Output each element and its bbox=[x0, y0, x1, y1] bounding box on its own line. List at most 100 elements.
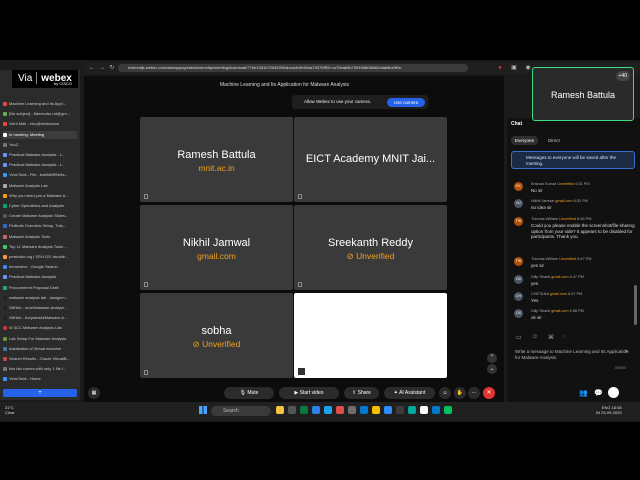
browser-tab[interactable]: GitHub - Acrywinski/Malware-A... bbox=[3, 314, 77, 323]
browser-tab[interactable]: Malware Analysis Tools bbox=[3, 233, 77, 242]
chat-format-icon[interactable]: ▭ bbox=[516, 334, 522, 341]
mail-icon[interactable] bbox=[312, 406, 320, 414]
browser-tab[interactable]: Procurement Proposal Draft bbox=[3, 284, 77, 293]
participant-tile[interactable]: EICT Academy MNIT Jai... bbox=[294, 117, 447, 202]
browser-tab[interactable]: Practical Malware Analysis bbox=[3, 273, 77, 282]
mute-button[interactable]: 🎙 Mute bbox=[224, 387, 274, 399]
tab-favicon-icon bbox=[3, 336, 7, 341]
start-video-button[interactable]: ▶ Start video bbox=[279, 387, 339, 399]
tab-direct[interactable]: Direct bbox=[544, 136, 564, 145]
camera-prompt-text: Allow Webex to use your camera. bbox=[304, 99, 371, 104]
chat-time: 6:31 PM bbox=[575, 182, 590, 186]
chat-sender: Thomas William bbox=[531, 257, 559, 261]
participant-count-badge[interactable]: +40 bbox=[615, 71, 630, 81]
browser-tab[interactable]: Practical Malware Analysis - L... bbox=[3, 151, 77, 160]
browser-tab[interactable]: this lab comes with only 1 file l... bbox=[3, 365, 77, 374]
browser-tab[interactable]: Practical Malware Analysis - L... bbox=[3, 161, 77, 170]
chat-sender: Dilip Shanti bbox=[531, 275, 551, 279]
more-icon[interactable]: ⋯ bbox=[468, 387, 480, 399]
participant-tile[interactable]: sobha ⊘ Unverified bbox=[140, 293, 293, 378]
address-bar[interactable]: eictmnitjs.webex.com/webappng/sites/eict… bbox=[118, 64, 468, 72]
extension-icon[interactable]: ▣ bbox=[510, 64, 518, 72]
tab-favicon-icon bbox=[3, 163, 7, 168]
app-icon[interactable] bbox=[432, 406, 440, 414]
browser-tab-label: Top 11 Malware Analysis Tools ... bbox=[9, 243, 68, 249]
chat-input[interactable]: Write a message to Machine Learning and … bbox=[515, 349, 633, 361]
reload-icon[interactable]: ↻ bbox=[108, 64, 116, 72]
emoji-icon[interactable]: ☺ bbox=[532, 334, 538, 340]
tab-favicon-icon bbox=[3, 214, 7, 219]
browser-tab[interactable]: Search Results - Oracle VirtualB... bbox=[3, 355, 77, 364]
browser-tab[interactable]: GitHub - onur/Malware-Analysi... bbox=[3, 304, 77, 313]
system-tray[interactable]: ENG 18:58 IN 25-09-2025 bbox=[596, 405, 622, 415]
browser-tab[interactable]: VirusTotal - Home bbox=[3, 375, 77, 384]
app-icon[interactable] bbox=[348, 406, 356, 414]
browser-tab[interactable]: In meeting: Meeting bbox=[3, 130, 77, 140]
browser-tab[interactable]: Lab Setup For Malware Analysis bbox=[3, 335, 77, 344]
edge-icon[interactable] bbox=[324, 406, 332, 414]
forward-icon[interactable]: → bbox=[98, 64, 106, 72]
tab-everyone[interactable]: Everyone bbox=[511, 136, 539, 145]
use-camera-button[interactable]: Use camera bbox=[387, 98, 425, 107]
taskbar-search[interactable]: Search bbox=[211, 406, 271, 416]
ai-assistant-button[interactable]: ✦ AI Assistant bbox=[384, 387, 435, 399]
browser-tab[interactable]: Pelikulis Overview Setup, Tuto... bbox=[3, 222, 77, 231]
chrome-icon[interactable] bbox=[372, 406, 380, 414]
browser-tab[interactable]: VirusTotal - File - ba89d0ff9e5a... bbox=[3, 171, 77, 180]
browser-tab[interactable]: Malware Analysis Lab bbox=[3, 182, 77, 191]
self-view[interactable]: +40 Ramesh Battula bbox=[532, 67, 634, 121]
leave-meeting-button[interactable]: ✕ bbox=[483, 387, 495, 399]
unverified-badge: ⊘ Unverified bbox=[294, 251, 447, 262]
attach-icon[interactable]: ⌘ bbox=[548, 334, 554, 341]
participant-tile[interactable]: Nikhil Jamwal gmail.com bbox=[140, 205, 293, 290]
profile-icon[interactable]: ◉ bbox=[524, 64, 532, 72]
app-icon[interactable] bbox=[300, 406, 308, 414]
chat-scrollbar[interactable] bbox=[634, 285, 637, 325]
browser-tab[interactable]: Installation of Virtual machine bbox=[3, 345, 77, 354]
raise-hand-icon[interactable]: ✋ bbox=[454, 387, 466, 399]
browser-tab[interactable]: malware analysis lab - assignm... bbox=[3, 294, 77, 303]
browser-tab[interactable]: Immersive - Google Search bbox=[3, 263, 77, 272]
chat-icon[interactable]: 💬 bbox=[594, 389, 603, 397]
browser-tab[interactable]: Cyber Operations and Analysis bbox=[3, 202, 77, 211]
browser-tab[interactable]: YouC bbox=[3, 141, 77, 150]
participant-tile[interactable] bbox=[294, 293, 447, 378]
file-explorer-icon[interactable] bbox=[276, 406, 284, 414]
browser-tab[interactable]: Why you need you a Malware A... bbox=[3, 192, 77, 201]
browser-tab[interactable]: Machine Learning and its Appl... bbox=[3, 100, 77, 109]
app-icon[interactable] bbox=[396, 406, 404, 414]
browser-tab[interactable]: Gerti Mail - eicc@mnitaucsn bbox=[3, 120, 77, 129]
app-icon[interactable] bbox=[408, 406, 416, 414]
weather-widget[interactable]: 31°C Clear bbox=[5, 405, 15, 415]
browser-tab[interactable]: pmstudio.org | SSH-GS: bundle... bbox=[3, 253, 77, 262]
scroll-up-icon[interactable]: ⌃ bbox=[487, 353, 497, 363]
avatar: TW bbox=[514, 257, 523, 266]
scroll-down-icon[interactable]: ⌄ bbox=[487, 364, 497, 374]
app-icon[interactable] bbox=[336, 406, 344, 414]
send-icon[interactable]: ➤ bbox=[624, 348, 629, 355]
back-icon[interactable]: ← bbox=[88, 64, 96, 72]
webex-icon[interactable] bbox=[444, 406, 452, 414]
browser-tab[interactable]: [No subject] - 8deexuhu.rot@gm... bbox=[3, 110, 77, 119]
app-icon[interactable] bbox=[384, 406, 392, 414]
mic-status-icon bbox=[298, 194, 302, 199]
tab-favicon-icon bbox=[3, 132, 7, 137]
layout-icon[interactable]: ▦ bbox=[88, 387, 100, 399]
record-icon[interactable]: ● bbox=[496, 64, 504, 72]
browser-tab[interactable]: W 3CC Malware Analysis Lab bbox=[3, 324, 77, 333]
reactions-icon[interactable]: ☺ bbox=[439, 387, 451, 399]
chat-message-header: Krishan Kumar Unverified 6:31 PM bbox=[531, 182, 589, 186]
new-tab-button[interactable]: + bbox=[3, 389, 77, 397]
participant-tile[interactable]: Ramesh Battula mnit.ac.in bbox=[140, 117, 293, 202]
app-icon[interactable] bbox=[420, 406, 428, 414]
participant-tile[interactable]: Sreekanth Reddy ⊘ Unverified bbox=[294, 205, 447, 290]
apps-icon[interactable] bbox=[608, 387, 619, 398]
task-view-icon[interactable] bbox=[288, 406, 296, 414]
share-button[interactable]: ⇪ Share bbox=[344, 387, 379, 399]
browser-tab[interactable]: Top 11 Malware Analysis Tools ... bbox=[3, 243, 77, 252]
people-icon[interactable]: 👥 bbox=[579, 389, 588, 397]
browser-tab[interactable]: Create Malware Analysis Slides... bbox=[3, 212, 77, 221]
windows-start-icon[interactable] bbox=[199, 406, 207, 414]
gif-icon[interactable]: ◌ bbox=[562, 334, 566, 340]
store-icon[interactable] bbox=[360, 406, 368, 414]
